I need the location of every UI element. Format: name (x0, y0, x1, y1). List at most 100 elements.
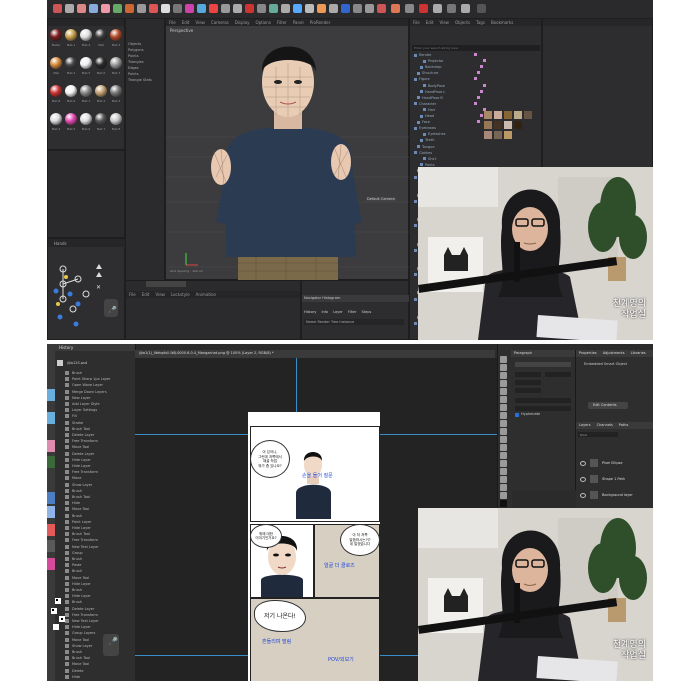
history-item[interactable]: Delete (65, 668, 135, 674)
edit-contents-button[interactable]: Edit Contents (588, 402, 628, 409)
history-tab[interactable]: History (304, 310, 316, 314)
nurbs-icon[interactable] (185, 4, 194, 13)
history-item[interactable]: Hide Layer (65, 581, 135, 587)
brush-tool-icon[interactable] (500, 396, 507, 403)
menu-icon[interactable] (477, 4, 486, 13)
bottom-menu-item[interactable]: Lockstyle (171, 291, 190, 298)
material-swatch[interactable] (110, 29, 122, 41)
material-swatch[interactable] (50, 85, 62, 97)
floor-icon[interactable] (233, 4, 242, 13)
share-icon[interactable] (461, 4, 470, 13)
object-manager-tab[interactable]: Tags (476, 19, 485, 26)
tree-item[interactable]: Shirt (423, 157, 436, 162)
history-item[interactable]: Group Layers (65, 630, 135, 636)
pause-icon[interactable] (447, 4, 456, 13)
visibility-dot[interactable] (474, 77, 477, 81)
history-item[interactable]: Group (65, 550, 135, 556)
swatch-magenta[interactable] (47, 558, 55, 570)
viewport-menu-item[interactable]: File (169, 19, 176, 26)
crop-tool-icon[interactable] (500, 380, 507, 387)
layer-icon[interactable] (365, 4, 374, 13)
history-item[interactable]: Hide Layer (65, 525, 135, 531)
swatch-green[interactable] (47, 456, 55, 468)
lock-icon[interactable] (405, 4, 414, 13)
history-item[interactable]: Brush Tool (65, 494, 135, 500)
pen-tool-icon[interactable] (500, 452, 507, 459)
history-item[interactable]: Paint Sharp 1px Layer (65, 376, 135, 382)
history-item[interactable]: Fill (65, 413, 135, 419)
history-item[interactable]: New Text Layer (65, 544, 135, 550)
object-search[interactable]: Enter your search string here (412, 45, 540, 51)
history-item[interactable]: Move Tool (65, 575, 135, 581)
history-item[interactable]: Hide Layer (65, 463, 135, 469)
bottom-menu-item[interactable]: Edit (142, 291, 150, 298)
cube-icon[interactable] (161, 4, 170, 13)
object-manager-tab[interactable]: Bookmarks (491, 19, 513, 26)
tree-item[interactable]: Eyelashes (423, 132, 446, 137)
material-swatch[interactable] (80, 85, 92, 97)
texture-icon[interactable] (329, 4, 338, 13)
gradient-tool-icon[interactable] (500, 428, 507, 435)
swatch-blue[interactable] (47, 492, 55, 504)
move-tool-icon[interactable] (500, 356, 507, 363)
undo-icon[interactable] (53, 4, 62, 13)
history-item[interactable]: Brush (65, 556, 135, 562)
mic-widget[interactable]: 🎤 (103, 634, 119, 656)
visibility-dot[interactable] (483, 83, 486, 87)
history-tab[interactable]: Steps (362, 310, 372, 314)
object-manager-tab[interactable]: Objects (455, 19, 470, 26)
spline-icon[interactable] (173, 4, 182, 13)
stop-icon[interactable] (377, 4, 386, 13)
eraser-tool-icon[interactable] (500, 420, 507, 427)
history-item[interactable]: Show Layer (65, 482, 135, 488)
history-item[interactable]: Paste (65, 562, 135, 568)
material-swatch[interactable] (110, 85, 122, 97)
rig-figure[interactable]: Hands ✕ 🎤 (48, 239, 126, 340)
history-item[interactable]: Brush (65, 649, 135, 655)
history-item[interactable]: Move Tool (65, 506, 135, 512)
material-swatch[interactable] (50, 57, 62, 69)
key-icon[interactable] (257, 4, 266, 13)
lasso-tool-icon[interactable] (500, 372, 507, 379)
sculpt-icon[interactable] (317, 4, 326, 13)
material-swatch[interactable] (80, 57, 92, 69)
history-item[interactable]: Brush Tool (65, 426, 135, 432)
snap-icon[interactable] (305, 4, 314, 13)
history-item[interactable]: Delete Layer (65, 606, 135, 612)
history-tab[interactable]: Filter (348, 310, 357, 314)
document-tab[interactable]: jijia1(1)_Webpfull-lWJ-0000.6.0.4_Mangac… (135, 350, 495, 358)
swatch-cyan-2[interactable] (47, 412, 55, 424)
swatch-red[interactable] (47, 524, 55, 536)
viewport-menu-item[interactable]: Filter (277, 19, 287, 26)
visibility-dot[interactable] (474, 53, 477, 56)
shape-tool-icon[interactable] (500, 476, 507, 483)
dodge-tool-icon[interactable] (500, 444, 507, 451)
history-item[interactable]: Brush (65, 370, 135, 376)
layers-tab[interactable]: Paths (619, 423, 629, 427)
marquee-tool-icon[interactable] (500, 364, 507, 371)
history-item[interactable]: Merge Down Layers (65, 389, 135, 395)
manga-page[interactable]: 아 있어니, 그런데 저쪽에서 채굴 작업 뭐가 좀 있나요? 손을 들어 질문… (248, 412, 380, 681)
bottom-menu-item[interactable]: File (129, 291, 136, 298)
viewport-menu-item[interactable]: Edit (182, 19, 190, 26)
material-swatch[interactable] (95, 113, 107, 125)
visibility-dot[interactable] (480, 89, 483, 93)
history-item[interactable]: Move Tool (65, 661, 135, 667)
history-item[interactable]: Brush (65, 488, 135, 494)
history-item[interactable]: Hide (65, 674, 135, 680)
history-item[interactable]: Stroke (65, 420, 135, 426)
tree-item[interactable]: Hair (423, 107, 486, 113)
history-item[interactable]: Brush (65, 599, 135, 605)
history-tab[interactable]: Layer (333, 310, 343, 314)
material-swatch[interactable] (80, 113, 92, 125)
hyphenate-checkbox[interactable] (515, 413, 519, 417)
motion-icon[interactable] (269, 4, 278, 13)
material-swatch[interactable] (65, 29, 77, 41)
timeline-bar[interactable] (146, 281, 186, 287)
redo-icon[interactable] (65, 4, 74, 13)
history-item[interactable]: Brush (65, 568, 135, 574)
viewport-menu-item[interactable]: Options (255, 19, 270, 26)
properties-tab[interactable]: Adjustments (603, 351, 625, 355)
align-buttons[interactable] (515, 362, 571, 367)
swatch-lightblue[interactable] (47, 506, 55, 518)
